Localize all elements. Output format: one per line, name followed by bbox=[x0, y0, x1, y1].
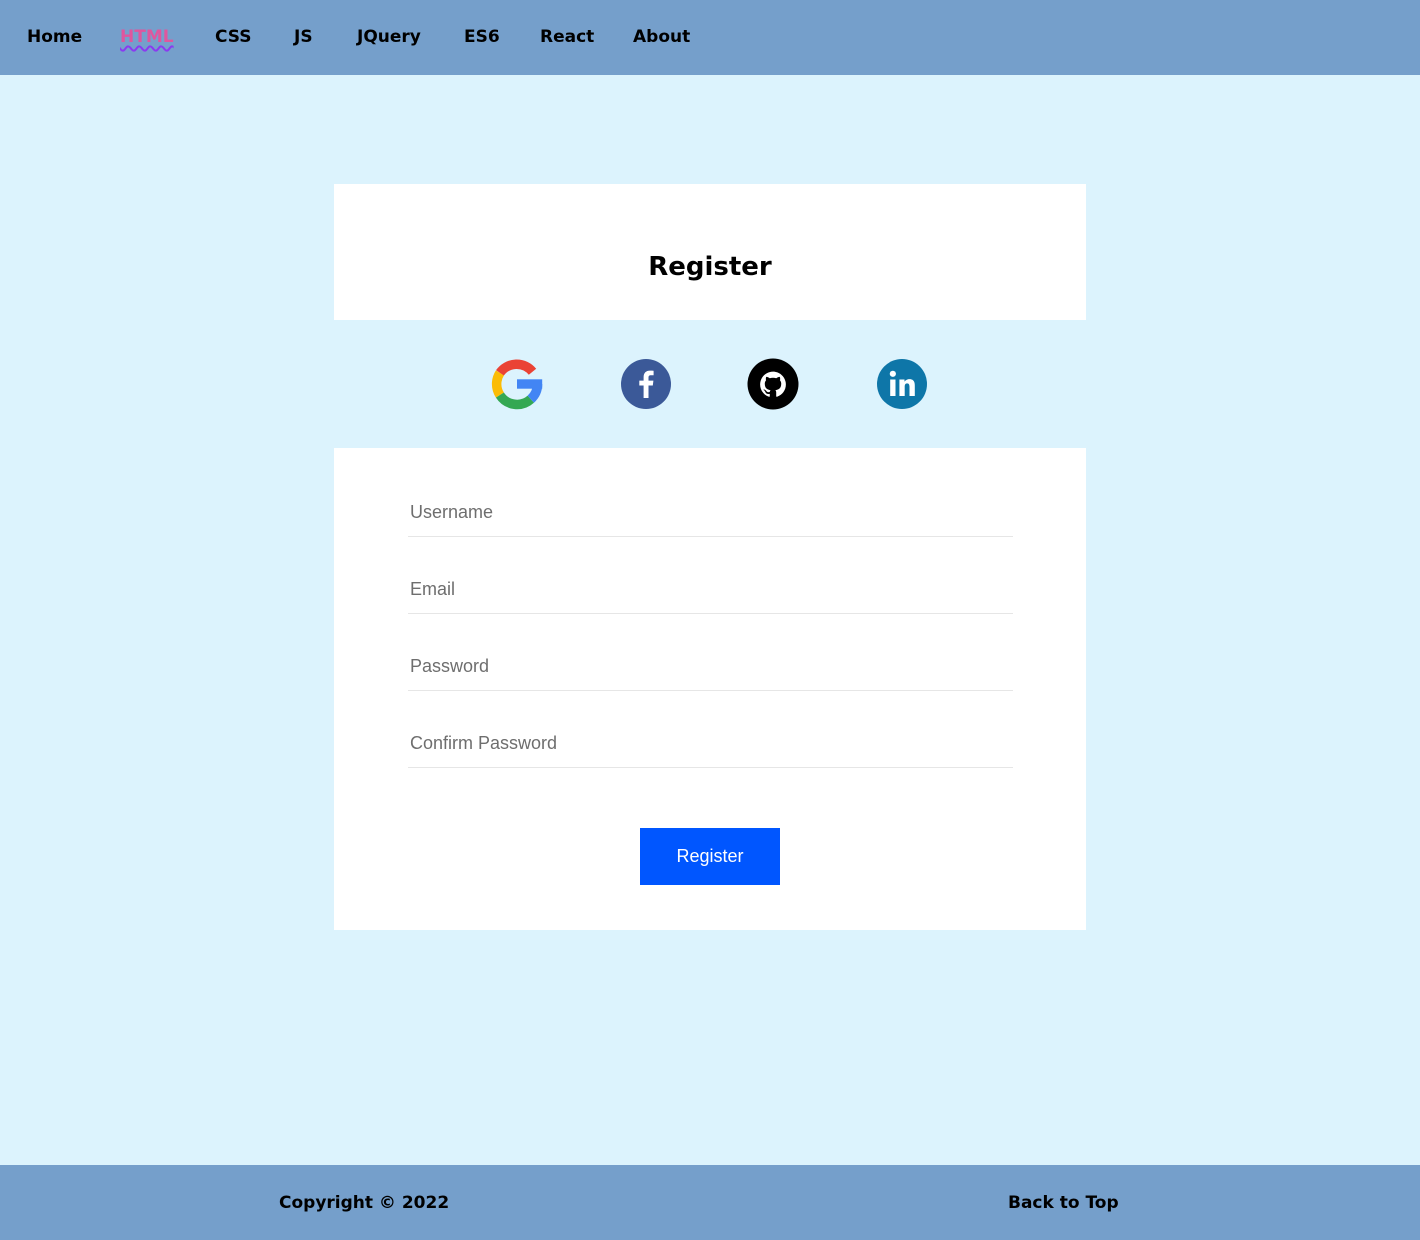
github-login-button[interactable] bbox=[747, 358, 799, 410]
copyright-text: Copyright © 2022 bbox=[279, 1193, 450, 1213]
nav-link-es6[interactable]: ES6 bbox=[464, 26, 500, 48]
register-card: Register Username Email Register bbox=[334, 184, 1086, 930]
confirm-password-field[interactable] bbox=[408, 720, 1013, 768]
facebook-icon bbox=[621, 359, 671, 409]
back-to-top-link[interactable]: Back to Top bbox=[1008, 1192, 1119, 1214]
google-login-button[interactable] bbox=[491, 358, 543, 410]
nav-link-home[interactable]: Home bbox=[27, 26, 82, 48]
linkedin-login-button[interactable] bbox=[876, 358, 928, 410]
facebook-login-button[interactable] bbox=[620, 358, 672, 410]
password-field[interactable] bbox=[408, 643, 1013, 691]
nav-link-react[interactable]: React bbox=[540, 26, 594, 48]
nav-link-js[interactable]: JS bbox=[294, 26, 313, 48]
nav-link-about[interactable]: About bbox=[633, 26, 690, 48]
nav-link-jquery[interactable]: JQuery bbox=[357, 26, 421, 48]
top-nav: Home HTML CSS JS JQuery ES6 React About bbox=[0, 0, 1420, 75]
register-button[interactable]: Register bbox=[640, 828, 780, 885]
social-login-bar bbox=[334, 320, 1086, 448]
username-field[interactable] bbox=[408, 489, 1013, 537]
register-title: Register bbox=[648, 252, 772, 282]
linkedin-icon bbox=[877, 359, 927, 409]
email-field[interactable] bbox=[408, 566, 1013, 614]
github-icon bbox=[747, 358, 799, 410]
nav-link-html[interactable]: HTML bbox=[120, 26, 174, 48]
footer: Copyright © 2022 Back to Top bbox=[0, 1165, 1420, 1240]
nav-link-css[interactable]: CSS bbox=[215, 26, 252, 48]
google-icon bbox=[491, 359, 543, 410]
